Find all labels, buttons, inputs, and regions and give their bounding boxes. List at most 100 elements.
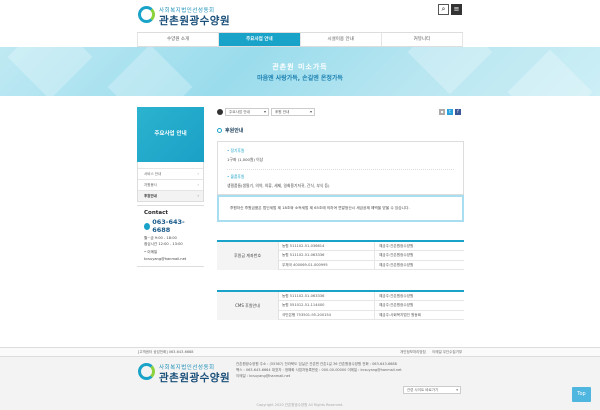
chevron-right-icon: ›: [197, 171, 199, 176]
logo-circle-icon: [138, 363, 155, 380]
account-holder: 예금주:사회복지법인 원동회: [374, 310, 464, 319]
contact-hours: 월~금 9:00 - 18:00: [144, 235, 177, 240]
chevron-down-icon: ▾: [456, 388, 458, 392]
chevron-down-icon: ▾: [263, 109, 266, 114]
cms-table: CMS 후원안내 농협 511102-51-063336 예금주:관촌원광수양원 …: [217, 290, 464, 320]
goods-donation-value: 생필품들(생필기, 의약, 의류, 세제, 일회용기저귀, 간식, 부식 등): [227, 182, 330, 188]
location-select-depth1[interactable]: 주요사업 안내 ▾: [225, 108, 269, 116]
facebook-icon[interactable]: f: [455, 109, 461, 115]
menu-button[interactable]: ≡: [451, 4, 462, 15]
sidebar-item-service[interactable]: 서비스 안내 ›: [138, 168, 203, 179]
account-number: 농협 511102-51-063336: [282, 294, 325, 298]
banner-subtitle: 마음엔 사랑가득, 손길엔 온정가득: [257, 75, 343, 82]
account-holder: 예금주:관촌원광수양원: [374, 251, 464, 260]
account-number: 국민은행 753501-95-200154: [282, 312, 331, 317]
tax-notice: 후원하신 후원금품은 법인세법 제 18조와 소득세법 제 65조에 의하여 연…: [217, 195, 464, 222]
account-holder: 예금주:관촌원광수양원: [374, 260, 464, 269]
chevron-down-icon: ▾: [309, 109, 312, 114]
logo-title: 관촌원광수양원: [159, 15, 231, 27]
footer-address: 관촌원광수양원 주소 : (55367) 전라북도 임실군 관촌면 관촌1길 3…: [236, 362, 397, 366]
home-icon[interactable]: [217, 109, 223, 115]
table-row: 우체국 400069-01-000995 예금주:관촌원광수양원: [279, 260, 464, 270]
contact-email: kcsuyang@hanmail.net: [144, 256, 187, 261]
account-holder: 예금주:관촌원광수양원: [374, 301, 464, 310]
regular-donation-value: 1구좌 (1,000원) 이상: [227, 156, 264, 162]
location-select-depth2[interactable]: 후원 안내 ▾: [271, 108, 315, 116]
nav-item-community[interactable]: 커뮤니티: [382, 33, 463, 46]
cms-rows: 농협 511102-51-063336 예금주:관촌원광수양원 농협 551012…: [279, 292, 464, 320]
table-row: 국민은행 753501-95-200154 예금주:사회복지법인 원동회: [279, 310, 464, 320]
account-holder: 예금주:관촌원광수양원: [374, 242, 464, 251]
account-number: 우체국 400069-01-000995: [282, 262, 328, 267]
scroll-top-button[interactable]: Top: [572, 387, 591, 402]
table-row: 농협 511102-51-063336 예금주:관촌원광수양원: [279, 292, 464, 302]
page-title-text: 후원안내: [225, 128, 244, 134]
divider: [227, 169, 454, 170]
table-row: 농협 551012-51-114400 예금주:관촌원광수양원: [279, 301, 464, 311]
privacy-policy-link[interactable]: 개인정보처리방침: [400, 350, 426, 355]
account-number: 농협 551012-51-114400: [282, 303, 325, 308]
page: 사회복지법인선성동회 관촌원광수양원 ⌕ ≡ 수양원 소개 주요사업 안내 시설…: [0, 0, 600, 410]
footer-callcenter: [고객센터 상담전화] 063-643-6688: [138, 350, 194, 354]
email-refusal-link[interactable]: 이메일 무단수집거부: [432, 350, 462, 355]
location-select-value: 후원 안내: [275, 110, 290, 114]
family-site-value: 관련 사이트 바로가기: [407, 388, 439, 392]
copyright: Copyright 2020 관촌원광수양원 All Rights Reserv…: [256, 403, 344, 407]
sidebar-item-label: 서비스 안내: [144, 172, 162, 176]
account-number: 농협 511102-51-036614: [282, 244, 325, 248]
sidebar-title: 주요사업 안내: [137, 107, 204, 162]
sub-banner: 관촌원 미소가득 마음엔 사랑가득, 손길엔 온정가득: [0, 47, 600, 96]
phone-icon: [144, 222, 151, 230]
hamburger-menu-icon: ≡: [453, 5, 460, 13]
sidebar-item-label: 자원봉사: [144, 183, 157, 187]
twitter-icon[interactable]: t: [447, 109, 453, 115]
account-table-head: 후원금 계좌번호: [217, 242, 279, 270]
chevron-right-icon: ›: [197, 182, 199, 187]
contact-box: Contact 063-643-6688 월~금 9:00 - 18:00 점심…: [137, 205, 204, 267]
site-footer: 사회복지법인선성동회 관촌원광수양원 관촌원광수양원 주소 : (55367) …: [0, 357, 600, 410]
page-title: 후원안내: [217, 127, 243, 134]
account-holder: 예금주:관촌원광수양원: [374, 292, 464, 301]
account-table: 후원금 계좌번호 농협 511102-51-036614 예금주:관촌원광수양원 …: [217, 240, 464, 270]
sidebar-menu: 서비스 안내 › 자원봉사 › 후원안내 ›: [137, 162, 204, 202]
location-bar: 주요사업 안내 ▾ 후원 안내 ▾ ▪ t f: [217, 107, 464, 117]
chevron-right-icon: ›: [197, 193, 199, 198]
footer-top-bar: [고객센터 상담전화] 063-643-6688 개인정보처리방침 이메일 무단…: [0, 347, 600, 357]
account-number: 농협 511102-51-063336: [282, 253, 325, 258]
family-site-select[interactable]: 관련 사이트 바로가기 ▾: [403, 386, 461, 394]
contact-phone-number: 063-643-6688: [152, 218, 185, 234]
print-icon[interactable]: ▪: [439, 109, 445, 115]
sidebar-item-label: 후원안내: [144, 194, 157, 198]
footer-info: 팩스 : 063-643-6664 대표자 : 정해화 사업자등록번호 : 00…: [236, 368, 402, 372]
contact-phone: 063-643-6688: [144, 218, 197, 234]
nav-item-facility[interactable]: 시설이용 안내: [301, 33, 382, 46]
banner-title: 관촌원 미소가득: [272, 63, 328, 71]
regular-donation: • 정기후원 1구좌 (1,000원) 이상: [227, 148, 263, 163]
contact-lunch: 점심시간 12:00 - 13:00: [144, 242, 183, 246]
search-icon: ⌕: [441, 5, 446, 13]
sidebar-item-volunteer[interactable]: 자원봉사 ›: [138, 179, 203, 190]
regular-donation-label: • 정기후원: [227, 148, 245, 153]
location-select-value: 주요사업 안내: [229, 110, 250, 114]
title-circle-icon: [217, 128, 222, 133]
table-row: 농협 511102-51-063336 예금주:관촌원광수양원: [279, 251, 464, 261]
site-logo[interactable]: 사회복지법인선성동회 관촌원광수양원: [138, 5, 258, 29]
goods-donation-label: • 물품후원: [227, 174, 245, 179]
nav-item-intro[interactable]: 수양원 소개: [137, 33, 220, 46]
contact-email-label: • 이메일: [144, 250, 158, 254]
donation-info-box: • 정기후원 1구좌 (1,000원) 이상 • 물품후원 생필품들(생필기, …: [217, 141, 464, 195]
footer-email: 이메일 : kcsuyang@hanmail.net: [236, 374, 291, 378]
account-rows: 농협 511102-51-036614 예금주:관촌원광수양원 농협 511102…: [279, 242, 464, 270]
cms-table-head: CMS 후원안내: [217, 292, 279, 320]
sidebar-item-donation[interactable]: 후원안내 ›: [138, 190, 203, 201]
contact-title: Contact: [144, 210, 168, 216]
search-button[interactable]: ⌕: [438, 4, 449, 15]
nav-item-business[interactable]: 주요사업 안내: [219, 33, 301, 46]
logo-title: 관촌원광수양원: [159, 372, 231, 384]
site-header: 사회복지법인선성동회 관촌원광수양원 ⌕ ≡: [0, 0, 600, 32]
main-navigation: 수양원 소개 주요사업 안내 시설이용 안내 커뮤니티: [137, 32, 463, 47]
table-row: 농협 511102-51-036614 예금주:관촌원광수양원: [279, 242, 464, 252]
footer-logo: 사회복지법인선성동회 관촌원광수양원: [138, 362, 238, 386]
logo-circle-icon: [138, 6, 155, 23]
goods-donation: • 물품후원 생필품들(생필기, 의약, 의류, 세제, 일회용기저귀, 간식,…: [227, 174, 330, 189]
